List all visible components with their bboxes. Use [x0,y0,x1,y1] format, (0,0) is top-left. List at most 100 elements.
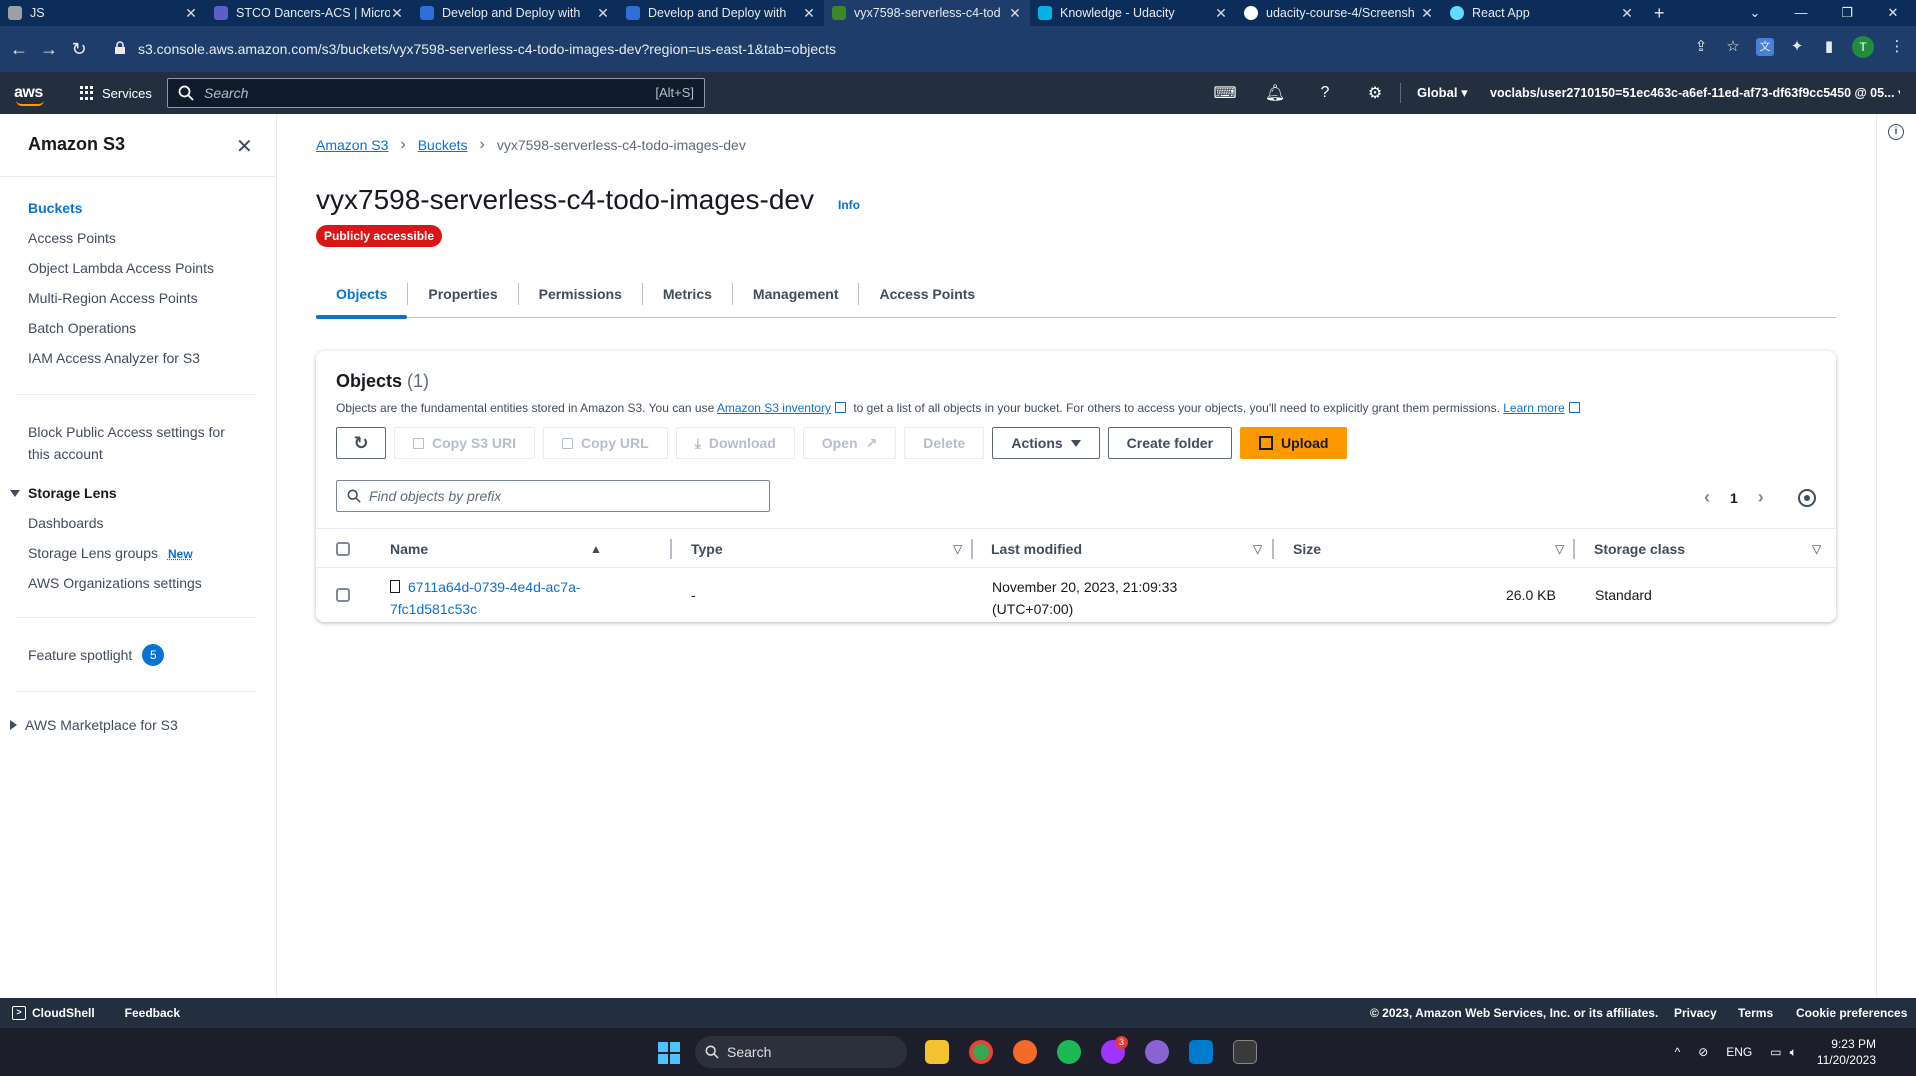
close-tab-icon[interactable]: ✕ [1620,5,1634,22]
sidebar-item-block-public-access[interactable]: Block Public Access settings for this ac… [28,421,225,465]
tab-management[interactable]: Management [733,282,860,305]
breadcrumb-buckets[interactable]: Buckets [418,137,468,153]
column-resizer[interactable] [1573,539,1575,559]
browser-tab[interactable]: Develop and Deploy with ✕ [412,0,618,26]
sidebar-section-storage-lens[interactable]: Storage Lens [10,485,117,501]
new-tab-button[interactable]: + [1642,3,1677,24]
notifications-bell-icon[interactable]: 🔔︎ [1250,83,1300,103]
delete-button[interactable]: Delete [904,427,985,459]
info-icon[interactable]: i [1888,124,1904,140]
browser-tab[interactable]: STCO Dancers-ACS | Micro ✕ [206,0,412,26]
chevron-up-icon[interactable]: ^ [1675,1045,1681,1059]
column-header-storage-class[interactable]: Storage class ▽ [1594,529,1824,569]
github-desktop-icon[interactable] [1145,1040,1169,1064]
actions-dropdown[interactable]: Actions [992,427,1100,459]
sidebar-item-multi-region[interactable]: Multi-Region Access Points [28,290,198,306]
sidebar-item-org-settings[interactable]: AWS Organizations settings [28,575,202,591]
windows-start-icon[interactable] [658,1042,680,1064]
close-tab-icon[interactable]: ✕ [1214,5,1228,22]
bookmark-star-icon[interactable]: ☆ [1724,38,1742,56]
sidebar-item-dashboards[interactable]: Dashboards [28,515,104,531]
close-tab-icon[interactable]: ✕ [596,5,610,22]
tab-properties[interactable]: Properties [408,282,519,305]
select-all-checkbox[interactable] [336,529,350,569]
tab-access-points[interactable]: Access Points [859,283,995,305]
sidebar-item-access-points[interactable]: Access Points [28,230,116,246]
column-header-size[interactable]: Size ▽ [1293,529,1573,569]
translate-icon[interactable]: 文 [1756,38,1774,56]
browser-tab[interactable]: Knowledge - Udacity ✕ [1030,0,1236,26]
next-page-icon[interactable]: › [1758,487,1764,508]
browser-tab[interactable]: JS ✕ [0,0,206,26]
browser-tab[interactable]: udacity-course-4/Screensh ✕ [1236,0,1442,26]
services-menu-button[interactable]: Services [80,86,152,101]
column-resizer[interactable] [1272,539,1274,559]
tab-permissions[interactable]: Permissions [519,282,643,305]
page-number[interactable]: 1 [1730,490,1738,506]
chrome-icon[interactable] [969,1040,993,1064]
object-name-link[interactable]: 6711a64d-0739-4e4d-ac7a- 7fc1d581c53c [390,576,581,620]
column-header-name[interactable]: Name ▲ [390,529,612,569]
account-menu[interactable]: voclabs/user2710150=51ec463c-a6ef-11ed-a… [1490,85,1900,100]
terminal-app-icon[interactable] [1233,1040,1257,1064]
aws-search-input[interactable]: Search [Alt+S] [167,78,705,108]
tab-objects[interactable]: Objects [316,282,409,319]
taskbar-search[interactable]: Search [695,1036,907,1068]
language-indicator[interactable]: ENG [1726,1045,1752,1059]
sidebar-item-marketplace[interactable]: AWS Marketplace for S3 [10,717,178,733]
breadcrumb-amazon-s3[interactable]: Amazon S3 [316,137,388,153]
side-panel-icon[interactable]: ▮ [1820,38,1838,56]
column-header-last-modified[interactable]: Last modified ▽ [991,529,1271,569]
vscode-icon[interactable] [1189,1040,1213,1064]
region-selector[interactable]: Global ▾ [1417,85,1468,101]
profile-avatar[interactable]: T [1852,36,1874,58]
previous-page-icon[interactable]: ‹ [1704,487,1710,508]
close-tab-icon[interactable]: ✕ [184,5,198,22]
browser-tab-active[interactable]: vyx7598-serverless-c4-tod ✕ [824,0,1030,26]
share-icon[interactable]: ⇪ [1692,38,1710,56]
volume-icon[interactable]: 🔈︎ [1790,1045,1797,1060]
copy-s3-uri-button[interactable]: Copy S3 URI [394,427,536,459]
display-icon[interactable]: ▭ [1770,1045,1781,1059]
reload-icon[interactable]: ↻ [64,39,94,60]
spotify-icon[interactable] [1057,1040,1081,1064]
network-off-icon[interactable]: ⊘ [1698,1045,1708,1059]
forward-icon[interactable]: → [34,39,64,60]
file-explorer-icon[interactable] [925,1040,949,1064]
cloudshell-icon[interactable]: ⌨ [1200,83,1250,103]
close-tab-icon[interactable]: ✕ [802,5,816,22]
help-icon[interactable]: ? [1300,84,1350,102]
extensions-icon[interactable]: ✦ [1788,38,1806,56]
table-preferences-gear-icon[interactable] [1797,488,1816,507]
copy-url-button[interactable]: Copy URL [543,427,668,459]
postman-icon[interactable] [1013,1040,1037,1064]
sidebar-item-object-lambda[interactable]: Object Lambda Access Points [28,260,214,276]
browser-tab[interactable]: React App ✕ [1442,0,1642,26]
upload-button[interactable]: Upload [1240,427,1348,459]
row-checkbox[interactable] [336,588,350,602]
browser-tab[interactable]: Develop and Deploy with ✕ [618,0,824,26]
sidebar-item-iam-analyzer[interactable]: IAM Access Analyzer for S3 [28,350,200,366]
column-header-type[interactable]: Type ▽ [691,529,971,569]
close-window-icon[interactable]: ✕ [1870,0,1916,26]
back-icon[interactable]: ← [4,39,34,60]
cloudshell-button[interactable]: > CloudShell [12,1006,95,1020]
close-tab-icon[interactable]: ✕ [390,5,404,22]
inventory-link[interactable]: Amazon S3 inventory [717,401,831,415]
column-resizer[interactable] [670,539,672,559]
column-resizer[interactable] [971,539,973,559]
close-tab-icon[interactable]: ✕ [1008,5,1022,22]
sidebar-item-buckets[interactable]: Buckets [28,200,82,216]
sidebar-item-feature-spotlight[interactable]: Feature spotlight 5 [28,644,165,666]
clock[interactable]: 9:23 PM 11/20/2023 [1817,1036,1876,1068]
settings-gear-icon[interactable]: ⚙ [1350,83,1400,103]
close-tab-icon[interactable]: ✕ [1420,5,1434,22]
create-folder-button[interactable]: Create folder [1107,427,1233,459]
tab-metrics[interactable]: Metrics [643,282,733,305]
find-objects-input[interactable]: Find objects by prefix [336,480,770,512]
download-button[interactable]: ⤓ Download [675,427,795,459]
info-link[interactable]: Info [838,198,860,212]
cookie-preferences-link[interactable]: Cookie preferences [1796,1006,1907,1020]
sidebar-item-batch-operations[interactable]: Batch Operations [28,320,136,336]
privacy-link[interactable]: Privacy [1674,1006,1717,1020]
